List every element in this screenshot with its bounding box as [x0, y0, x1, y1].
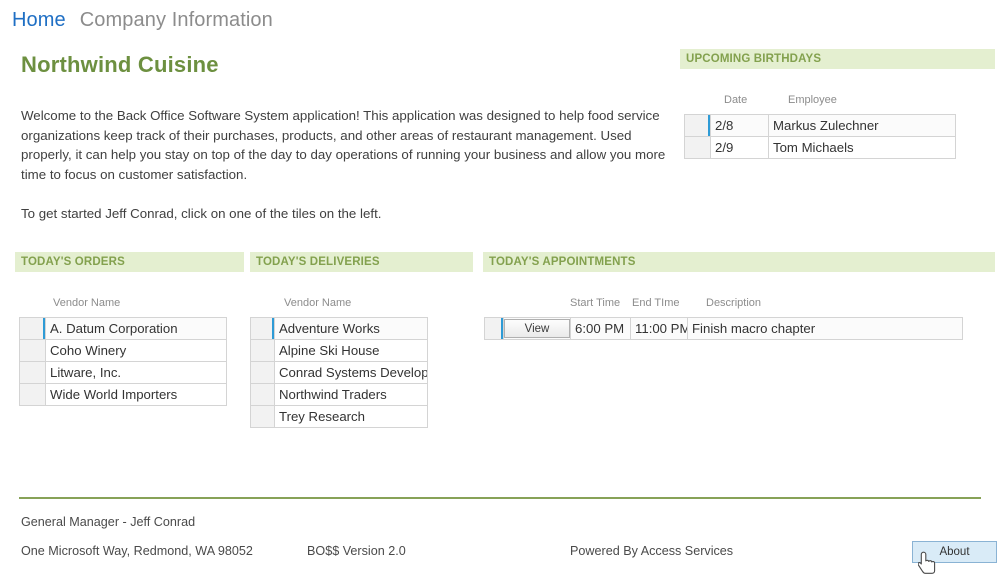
footer-general-manager: General Manager - Jeff Conrad	[21, 515, 196, 529]
record-selector[interactable]	[250, 339, 275, 362]
deliveries-datasheet[interactable]: Adventure Works Alpine Ski House Conrad …	[250, 317, 428, 428]
table-row[interactable]: 2/9 Tom Michaels	[684, 136, 956, 159]
orders-datasheet[interactable]: A. Datum Corporation Coho Winery Litware…	[19, 317, 227, 406]
record-selector[interactable]	[19, 339, 46, 362]
orders-cell-vendor-name[interactable]: Coho Winery	[45, 339, 227, 362]
nav-link-company-information[interactable]: Company Information	[80, 9, 273, 32]
deliveries-cell-vendor-name[interactable]: Alpine Ski House	[274, 339, 428, 362]
section-band-todays-deliveries: TODAY'S DELIVERIES	[250, 252, 473, 272]
deliveries-column-headers: Vendor Name	[250, 293, 475, 309]
deliveries-cell-vendor-name[interactable]: Northwind Traders	[274, 383, 428, 406]
table-row[interactable]: Adventure Works	[250, 317, 428, 340]
appointments-column-headers: Start Time End TIme Description	[484, 293, 974, 309]
orders-column-headers: Vendor Name	[19, 293, 244, 309]
section-title-todays-appointments: TODAY'S APPOINTMENTS	[489, 256, 636, 268]
birthdays-cell-date[interactable]: 2/9	[710, 136, 769, 159]
orders-cell-vendor-name[interactable]: A. Datum Corporation	[45, 317, 227, 340]
nav-link-home[interactable]: Home	[12, 9, 66, 32]
record-selector[interactable]	[484, 317, 504, 340]
deliveries-cell-vendor-name[interactable]: Conrad Systems Development	[274, 361, 428, 384]
birthdays-column-headers: Date Employee	[684, 90, 974, 106]
record-selector[interactable]	[684, 114, 711, 137]
appointments-header-start-time: Start Time	[570, 297, 621, 309]
birthdays-cell-employee[interactable]: Tom Michaels	[768, 136, 956, 159]
footer-version: BO$$ Version 2.0	[307, 544, 406, 558]
section-band-upcoming-birthdays: UPCOMING BIRTHDAYS	[680, 49, 995, 69]
birthdays-header-date: Date	[724, 94, 748, 106]
intro-paragraph-2: To get started Jeff Conrad, click on one…	[21, 205, 382, 221]
footer-divider	[19, 497, 981, 499]
appointments-header-end-time: End TIme	[632, 297, 680, 309]
orders-header-vendor-name: Vendor Name	[53, 297, 121, 309]
record-selector[interactable]	[19, 361, 46, 384]
record-selector[interactable]	[250, 383, 275, 406]
table-row[interactable]: A. Datum Corporation	[19, 317, 227, 340]
record-selector[interactable]	[19, 383, 46, 406]
orders-cell-vendor-name[interactable]: Litware, Inc.	[45, 361, 227, 384]
footer-address: One Microsoft Way, Redmond, WA 98052	[21, 544, 253, 558]
table-row[interactable]: Trey Research	[250, 405, 428, 428]
intro-paragraph-1: Welcome to the Back Office Software Syst…	[21, 108, 666, 182]
section-title-upcoming-birthdays: UPCOMING BIRTHDAYS	[686, 53, 822, 65]
record-selector[interactable]	[684, 136, 711, 159]
appointments-header-description: Description	[706, 297, 762, 309]
birthdays-datasheet[interactable]: 2/8 Markus Zulechner 2/9 Tom Michaels	[684, 114, 956, 159]
table-row[interactable]: Coho Winery	[19, 339, 227, 362]
table-row[interactable]: Alpine Ski House	[250, 339, 428, 362]
birthdays-cell-employee[interactable]: Markus Zulechner	[768, 114, 956, 137]
view-button[interactable]: View	[504, 319, 570, 338]
table-row[interactable]: 2/8 Markus Zulechner	[684, 114, 956, 137]
section-title-todays-deliveries: TODAY'S DELIVERIES	[256, 256, 380, 268]
record-selector[interactable]	[250, 361, 275, 384]
appointments-cell-start-time[interactable]: 6:00 PM	[570, 317, 631, 340]
table-row[interactable]: Litware, Inc.	[19, 361, 227, 384]
section-band-todays-orders: TODAY'S ORDERS	[15, 252, 244, 272]
footer-powered-by: Powered By Access Services	[570, 544, 734, 558]
intro-text-block: Welcome to the Back Office Software Syst…	[21, 106, 671, 224]
appointments-cell-description[interactable]: Finish macro chapter	[687, 317, 963, 340]
table-row[interactable]: View 6:00 PM 11:00 PM Finish macro chapt…	[484, 317, 963, 340]
deliveries-cell-vendor-name[interactable]: Trey Research	[274, 405, 428, 428]
section-band-todays-appointments: TODAY'S APPOINTMENTS	[483, 252, 995, 272]
appointments-cell-view[interactable]: View	[503, 317, 571, 340]
record-selector[interactable]	[250, 317, 275, 340]
section-title-todays-orders: TODAY'S ORDERS	[21, 256, 125, 268]
about-button[interactable]: About	[912, 541, 997, 563]
deliveries-cell-vendor-name[interactable]: Adventure Works	[274, 317, 428, 340]
table-row[interactable]: Wide World Importers	[19, 383, 227, 406]
table-row[interactable]: Conrad Systems Development	[250, 361, 428, 384]
appointments-datasheet[interactable]: View 6:00 PM 11:00 PM Finish macro chapt…	[484, 317, 963, 340]
record-selector[interactable]	[250, 405, 275, 428]
birthdays-header-employee: Employee	[788, 94, 837, 106]
table-row[interactable]: Northwind Traders	[250, 383, 428, 406]
deliveries-header-vendor-name: Vendor Name	[284, 297, 352, 309]
birthdays-cell-date[interactable]: 2/8	[710, 114, 769, 137]
top-navigation-bar: Home Company Information	[0, 0, 1000, 40]
appointments-cell-end-time[interactable]: 11:00 PM	[630, 317, 688, 340]
orders-cell-vendor-name[interactable]: Wide World Importers	[45, 383, 227, 406]
record-selector[interactable]	[19, 317, 46, 340]
page-title: Northwind Cuisine	[21, 52, 219, 77]
